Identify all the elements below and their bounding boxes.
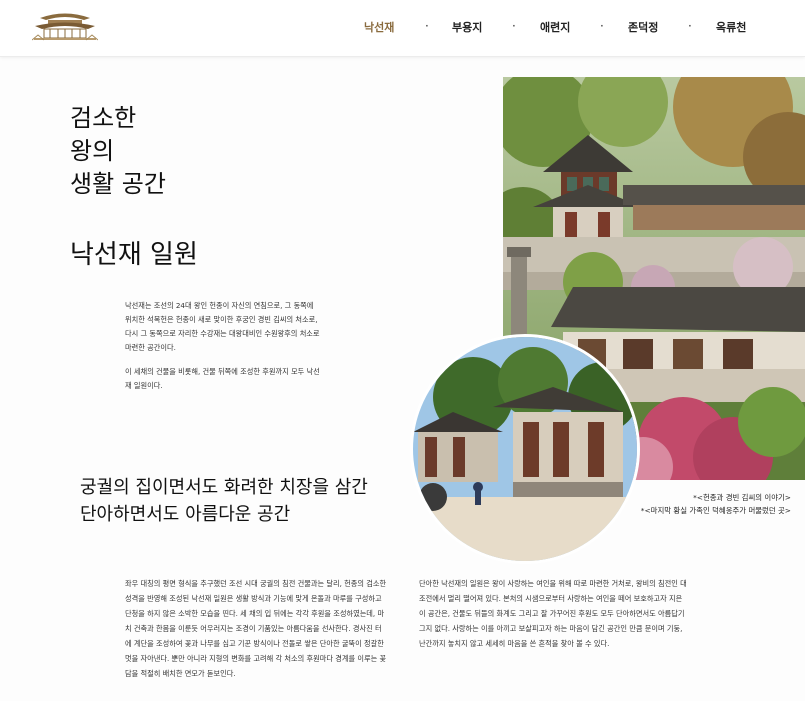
nav-item-aeryeonji[interactable]: 애련지	[540, 19, 570, 35]
hero-title-line: 왕의	[70, 137, 115, 165]
hero-title: 검소한 왕의 생활 공간	[70, 102, 166, 201]
intro-paragraph: 이 세채의 건물을 비롯해, 건물 뒤쪽에 조성한 후원까지 모두 낙선재 일원…	[125, 367, 320, 390]
section-subheading: 궁궐의 집이면서도 화려한 치장을 삼간 단아하면서도 아름다운 공간	[80, 474, 368, 528]
nav-item-okryucheon[interactable]: 옥류천	[716, 19, 746, 35]
main-nav: 낙선재 · 부용지 · 애련지 · 존덕정 · 옥류천	[0, 19, 805, 37]
nav-item-jondeokjeong[interactable]: 존덕정	[628, 19, 658, 35]
nav-separator: ·	[512, 19, 516, 33]
nav-separator: ·	[600, 19, 604, 33]
subheading-line: 궁궐의 집이면서도 화려한 치장을 삼간	[80, 477, 368, 498]
site-header: 낙선재 · 부용지 · 애련지 · 존덕정 · 옥류천	[0, 0, 805, 57]
place-title: 낙선재 일원	[70, 240, 198, 270]
body-text-right: 단아한 낙선재의 일원은 왕이 사랑하는 여인을 위해 따로 마련한 거처로, …	[419, 579, 687, 648]
hero-title-line: 생활 공간	[70, 170, 166, 198]
intro-paragraph: 낙선재는 조선의 24대 왕인 헌종이 자신의 연침으로, 그 동쪽에 위치한 …	[125, 301, 320, 352]
nav-separator: ·	[688, 19, 692, 33]
photo-captions: *<헌종과 경빈 김씨의 이야기> *<마지막 황실 가족인 덕혜옹주가 머물렀…	[641, 491, 791, 517]
nav-separator: ·	[425, 19, 429, 33]
intro-text: 낙선재는 조선의 24대 왕인 헌종이 자신의 연침으로, 그 동쪽에 위치한 …	[125, 299, 321, 403]
nav-item-buyongji[interactable]: 부용지	[452, 19, 482, 35]
subheading-line: 단아하면서도 아름다운 공간	[80, 504, 291, 525]
photo-caption: *<마지막 황실 가족인 덕혜옹주가 머물렀던 곳>	[640, 506, 791, 515]
seokbokheon-circle-photo	[413, 337, 637, 561]
photo-caption: *<헌종과 경빈 김씨의 이야기>	[693, 493, 791, 502]
nav-item-nakseonjae[interactable]: 낙선재	[364, 19, 394, 35]
body-text-left: 좌우 대칭의 평면 형식을 추구했던 조선 시대 궁궐의 침전 건물과는 달리,…	[125, 579, 387, 678]
hero-title-line: 검소한	[70, 104, 137, 132]
